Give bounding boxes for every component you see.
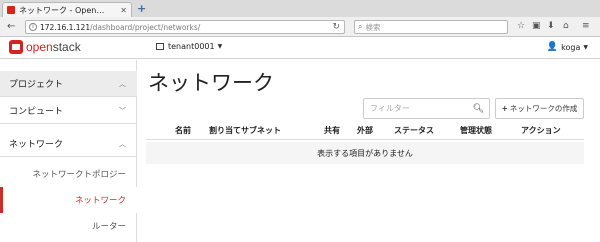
url-path: /dashboard/project/networks/ [90, 22, 201, 32]
sidebar-item-label: ネットワーク [9, 140, 64, 150]
new-tab-icon[interactable]: + [137, 2, 146, 15]
bookmark-star-icon[interactable]: ☆ [517, 21, 525, 31]
url-bar[interactable]: i 172.16.1.121/dashboard/project/network… [25, 20, 345, 34]
browser-tab-bar: ネットワーク - Open… ✕ + [0, 0, 600, 17]
column-header-actions: アクション [521, 126, 561, 135]
openstack-logo[interactable]: openstack [9, 40, 81, 54]
sidebar-item-label: コンピュート [9, 107, 64, 117]
chevron-up-icon: ︿ [119, 79, 126, 88]
browser-nav-bar: ← i 172.16.1.121/dashboard/project/netwo… [0, 17, 600, 37]
user-menu[interactable]: 👤 koga ▼ [547, 42, 588, 52]
create-network-label: ネットワークの作成 [509, 104, 578, 113]
browser-search-placeholder: 検索 [365, 22, 381, 32]
column-header-subnets[interactable]: 割り当てサブネット [209, 125, 281, 136]
openstack-logo-icon [9, 40, 23, 54]
chevron-down-icon: ▼ [217, 43, 223, 50]
reload-icon[interactable]: ↻ [332, 22, 340, 32]
column-header-status[interactable]: ステータス [394, 125, 434, 136]
sidebar-item-label: ルーター [91, 222, 126, 232]
sidebar-item-network[interactable]: ネットワーク ︿ [0, 131, 137, 157]
chevron-down-icon: ▼ [583, 43, 588, 51]
sidebar-item-routers[interactable]: ルーター [0, 213, 137, 239]
sidebar-item-project[interactable]: プロジェクト ︿ [0, 71, 137, 97]
sidebar: プロジェクト ︿ コンピュート ﹀ ネットワーク ︿ ネットワークトポロジー ネ… [0, 60, 137, 242]
menu-icon[interactable]: ≡ [582, 21, 590, 31]
browser-search-field[interactable]: ⌕ 検索 [354, 20, 508, 34]
url-host: 172.16.1.121 [40, 22, 91, 32]
project-name: tenant0001 [168, 42, 215, 51]
site-info-icon[interactable]: i [29, 23, 37, 31]
browser-tab-title: ネットワーク - Open… [19, 5, 105, 15]
reading-list-icon[interactable]: ▣ [532, 21, 541, 31]
search-icon[interactable]: 🔍︎ [473, 104, 484, 114]
filter-input[interactable]: フィルター 🔍︎ [363, 98, 490, 119]
user-name: koga [561, 42, 581, 52]
plus-icon: + [501, 104, 508, 113]
sidebar-item-label: プロジェクト [9, 80, 64, 90]
filter-placeholder: フィルター [370, 104, 410, 113]
sidebar-item-compute[interactable]: コンピュート ﹀ [0, 98, 137, 124]
sidebar-item-networks[interactable]: ネットワーク [0, 187, 137, 213]
table-header: 名前 割り当てサブネット 共有 外部 ステータス 管理状態 アクション [146, 122, 584, 140]
chevron-down-icon: ﹀ [119, 106, 126, 115]
column-header-external[interactable]: 外部 [357, 125, 373, 136]
sidebar-item-network-topology[interactable]: ネットワークトポロジー [0, 161, 137, 187]
page-title: ネットワーク [148, 71, 274, 95]
browser-tab[interactable]: ネットワーク - Open… ✕ [2, 2, 132, 17]
openstack-favicon-icon [7, 6, 15, 14]
chevron-up-icon: ︿ [119, 139, 126, 148]
close-tab-icon[interactable]: ✕ [120, 6, 127, 15]
create-network-button[interactable]: + ネットワークの作成 [495, 98, 584, 119]
project-icon [156, 43, 164, 50]
project-selector[interactable]: tenant0001 ▼ [156, 42, 222, 51]
column-header-name[interactable]: 名前 [175, 125, 191, 136]
empty-message: 表示する項目がありません [317, 148, 413, 158]
download-icon[interactable]: ⬇ [547, 21, 555, 31]
openstack-logo-text: openstack [26, 40, 81, 54]
column-header-admin-state[interactable]: 管理状態 [460, 125, 492, 136]
user-icon: 👤 [546, 42, 559, 52]
sidebar-item-label: ネットワークトポロジー [32, 170, 126, 180]
table-empty-row: 表示する項目がありません [146, 142, 584, 164]
search-icon: ⌕ [358, 22, 363, 31]
openstack-header: openstack tenant0001 ▼ 👤 koga ▼ [0, 37, 600, 59]
back-icon[interactable]: ← [7, 21, 15, 32]
column-header-shared[interactable]: 共有 [324, 125, 340, 136]
sidebar-item-label: ネットワーク [74, 196, 126, 206]
home-icon[interactable]: ⌂ [563, 21, 569, 31]
